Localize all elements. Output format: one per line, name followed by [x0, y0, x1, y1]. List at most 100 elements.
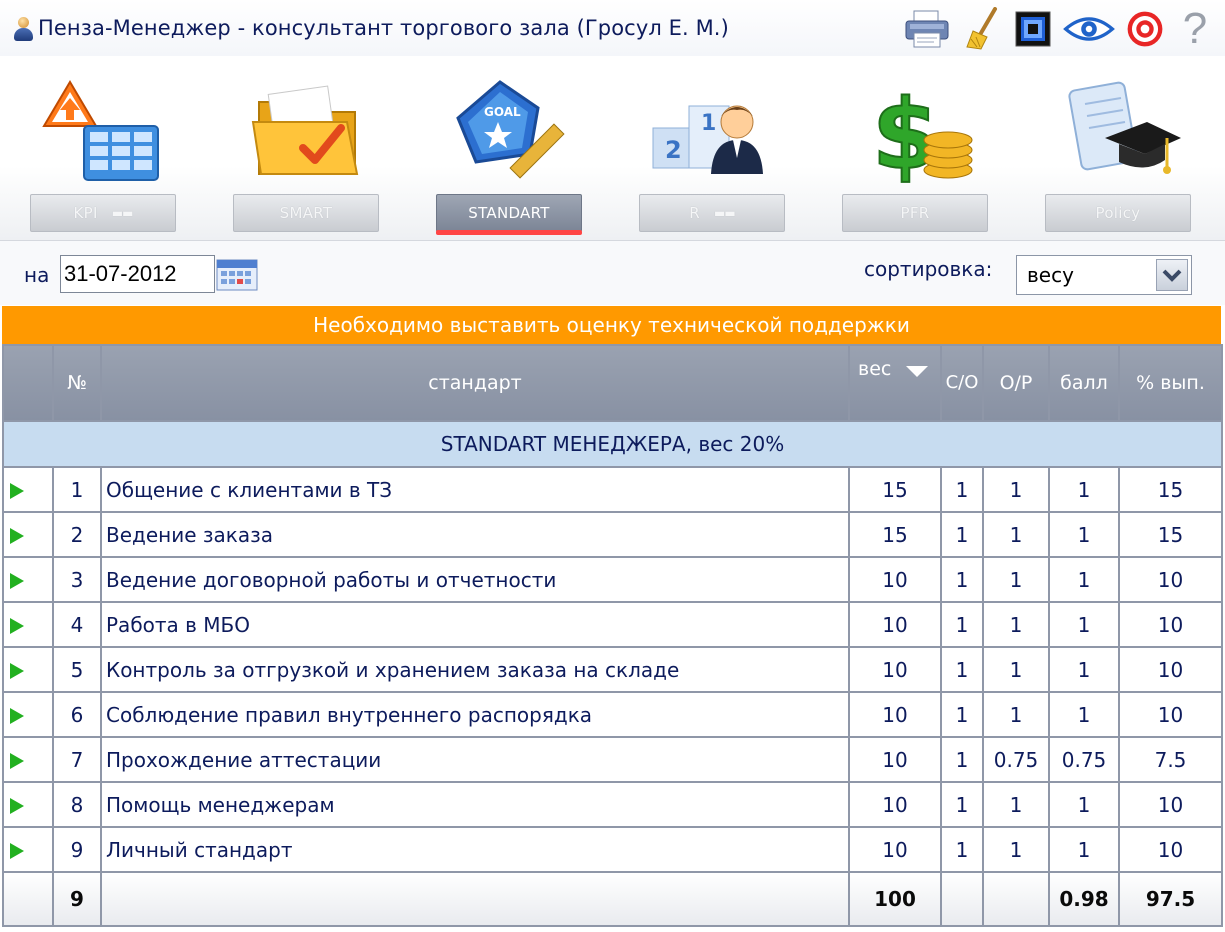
module-pfr-button[interactable]: PFR: [842, 194, 988, 232]
module-kpi-button[interactable]: KPI ▬▬: [30, 194, 176, 232]
row-score: 1: [1048, 466, 1120, 513]
play-icon[interactable]: [10, 573, 24, 589]
calendar-icon[interactable]: [216, 259, 258, 291]
table-row[interactable]: 8 Помощь менеджерам 10 1 1 1 10: [2, 781, 1223, 828]
kpi-chart-icon: [42, 80, 159, 181]
col-header-pct[interactable]: % вып.: [1118, 344, 1223, 422]
dollar-coins-icon: $: [871, 78, 973, 188]
svg-text:2: 2: [665, 136, 682, 164]
table-row[interactable]: 7 Прохождение аттестации 10 1 0.75 0.75 7.5: [2, 736, 1223, 783]
screen-icon[interactable]: [1013, 6, 1053, 52]
diploma-cap-icon: [1068, 81, 1181, 174]
date-input[interactable]: 31-07-2012: [60, 255, 215, 293]
section-row: STANDART МЕНЕДЖЕРА, вес 20%: [2, 420, 1223, 468]
table-row[interactable]: 9 Личный стандарт 10 1 1 1 10: [2, 826, 1223, 873]
totals-empty: [100, 871, 850, 927]
broom-icon[interactable]: [963, 6, 1003, 52]
module-r-button[interactable]: R ▬▬: [639, 194, 785, 232]
row-num: 8: [52, 781, 102, 828]
row-pct: 7.5: [1118, 736, 1223, 783]
col-header-standard[interactable]: стандарт: [100, 344, 850, 422]
sort-select[interactable]: весу: [1016, 255, 1192, 295]
sort-selected-value: весу: [1027, 263, 1074, 287]
play-icon[interactable]: [10, 843, 24, 859]
module-standart[interactable]: GOAL STANDART: [434, 56, 584, 241]
table-row[interactable]: 3 Ведение договорной работы и отчетности 1…: [2, 556, 1223, 603]
row-num: 9: [52, 826, 102, 873]
module-kpi[interactable]: KPI ▬▬: [28, 56, 178, 241]
row-name: Помощь менеджерам: [100, 781, 850, 828]
folder-check-icon: [251, 85, 359, 175]
totals-row: 9 100 0.98 97.5: [2, 871, 1223, 927]
col-header-co[interactable]: С/О: [940, 344, 984, 422]
user-icon: [12, 13, 34, 43]
module-policy[interactable]: Policy: [1043, 56, 1193, 241]
table-row[interactable]: 1 Общение с клиентами в ТЗ 15 1 1 1 15: [2, 466, 1223, 513]
row-num: 1: [52, 466, 102, 513]
expand-cell[interactable]: [2, 601, 54, 648]
table-row[interactable]: 6 Соблюдение правил внутреннего распорядк…: [2, 691, 1223, 738]
standards-table: № стандарт вес С/О О/Р балл % вып. STAND…: [2, 344, 1223, 927]
col-header-weight[interactable]: вес: [848, 344, 942, 422]
title-bar: Пенза-Менеджер - консультант торгового з…: [0, 0, 1225, 56]
row-num: 2: [52, 511, 102, 558]
play-icon[interactable]: [10, 798, 24, 814]
module-r[interactable]: 2 1 R ▬▬: [637, 56, 787, 241]
expand-cell[interactable]: [2, 556, 54, 603]
row-name: Работа в МБО: [100, 601, 850, 648]
totals-empty: [940, 871, 984, 927]
expand-cell[interactable]: [2, 826, 54, 873]
sort-label: сортировка:: [864, 257, 993, 281]
play-icon[interactable]: [10, 528, 24, 544]
expand-cell[interactable]: [2, 646, 54, 693]
play-icon[interactable]: [10, 708, 24, 724]
expand-cell[interactable]: [2, 781, 54, 828]
row-weight: 10: [848, 736, 942, 783]
row-score: 1: [1048, 556, 1120, 603]
row-score: 1: [1048, 826, 1120, 873]
expand-cell[interactable]: [2, 511, 54, 558]
module-policy-button[interactable]: Policy: [1045, 194, 1191, 232]
module-standart-button[interactable]: STANDART: [436, 194, 582, 232]
eye-icon[interactable]: [1063, 6, 1115, 52]
help-icon[interactable]: ?: [1175, 4, 1215, 53]
col-header-expand: [2, 344, 54, 422]
row-weight: 15: [848, 466, 942, 513]
col-header-score[interactable]: балл: [1048, 344, 1120, 422]
target-icon[interactable]: [1125, 6, 1165, 52]
module-pfr[interactable]: $ PFR: [840, 56, 990, 241]
row-pct: 10: [1118, 826, 1223, 873]
row-co: 1: [940, 601, 984, 648]
row-num: 5: [52, 646, 102, 693]
row-co: 1: [940, 691, 984, 738]
chevron-down-icon[interactable]: [1156, 259, 1188, 291]
section-title: STANDART МЕНЕДЖЕРА, вес 20%: [2, 420, 1223, 468]
printer-icon[interactable]: [901, 6, 953, 52]
totals-pct: 97.5: [1118, 871, 1223, 927]
totals-empty: [982, 871, 1050, 927]
row-co: 1: [940, 511, 984, 558]
row-pct: 10: [1118, 646, 1223, 693]
table-row[interactable]: 2 Ведение заказа 15 1 1 1 15: [2, 511, 1223, 558]
row-op: 1: [982, 556, 1050, 603]
goal-badge-icon: GOAL: [456, 80, 565, 179]
expand-cell[interactable]: [2, 691, 54, 738]
expand-cell[interactable]: [2, 466, 54, 513]
row-weight: 15: [848, 511, 942, 558]
table-row[interactable]: 5 Контроль за отгрузкой и хранением заказ…: [2, 646, 1223, 693]
module-nav: KPI ▬▬ SMART GOAL STANDART 2 1 R ▬▬ $ PF…: [0, 56, 1225, 241]
row-op: 1: [982, 781, 1050, 828]
play-icon[interactable]: [10, 663, 24, 679]
play-icon[interactable]: [10, 618, 24, 634]
play-icon[interactable]: [10, 483, 24, 499]
col-header-op[interactable]: О/Р: [982, 344, 1050, 422]
row-co: 1: [940, 556, 984, 603]
expand-cell[interactable]: [2, 736, 54, 783]
play-icon[interactable]: [10, 753, 24, 769]
module-smart[interactable]: SMART: [231, 56, 381, 241]
svg-text:GOAL: GOAL: [484, 105, 521, 119]
table-row[interactable]: 4 Работа в МБО 10 1 1 1 10: [2, 601, 1223, 648]
module-smart-button[interactable]: SMART: [233, 194, 379, 232]
row-co: 1: [940, 826, 984, 873]
row-op: 1: [982, 691, 1050, 738]
